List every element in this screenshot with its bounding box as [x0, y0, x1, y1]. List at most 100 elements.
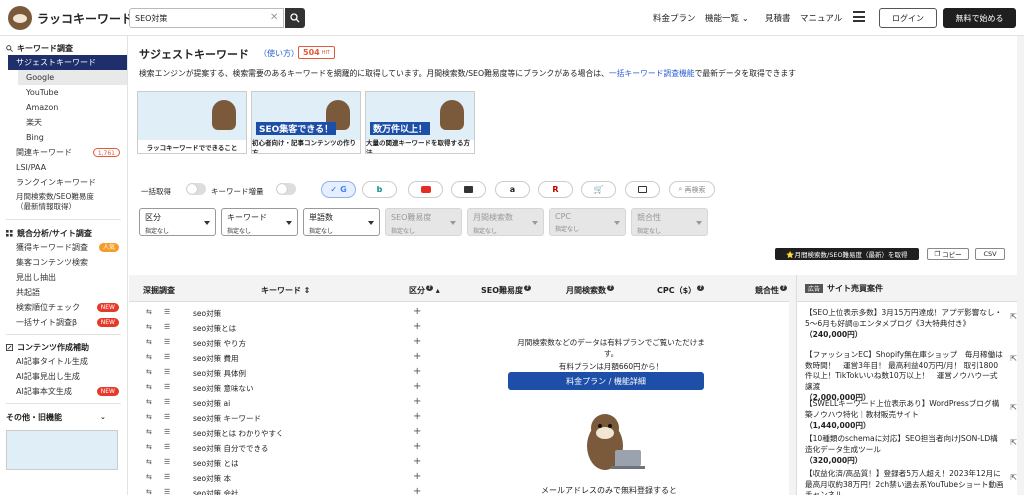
- deep-dive-icon[interactable]: ⇆: [146, 383, 152, 391]
- add-icon[interactable]: +: [413, 471, 421, 482]
- filter-kubun[interactable]: 区分 指定なし: [139, 208, 216, 236]
- help-icon[interactable]: ?: [697, 285, 705, 291]
- add-icon[interactable]: +: [413, 486, 421, 495]
- engine-shopping-button[interactable]: 🛒: [581, 181, 616, 198]
- deep-dive-icon[interactable]: ⇆: [146, 368, 152, 376]
- engine-bing-button[interactable]: b: [362, 181, 397, 198]
- add-icon[interactable]: +: [413, 336, 421, 347]
- list-icon[interactable]: ☰: [164, 428, 170, 436]
- filter-word-count[interactable]: 単語数 指定なし: [303, 208, 380, 236]
- research-button[interactable]: ⌕ 再検索: [669, 181, 715, 198]
- list-icon[interactable]: ☰: [164, 413, 170, 421]
- sidebar-item-rank[interactable]: 検索順位チェック NEW: [0, 300, 127, 315]
- logo[interactable]: ラッコキーワード: [8, 6, 133, 30]
- deep-dive-icon[interactable]: ⇆: [146, 323, 152, 331]
- keyword-cell[interactable]: seo対策 費用: [193, 353, 239, 364]
- add-icon[interactable]: +: [413, 426, 421, 437]
- sidebar-banner[interactable]: [6, 430, 118, 470]
- deep-dive-icon[interactable]: ⇆: [146, 443, 152, 451]
- deep-dive-icon[interactable]: ⇆: [146, 338, 152, 346]
- keyword-cell[interactable]: seo対策 自分でできる: [193, 443, 268, 454]
- deep-dive-icon[interactable]: ⇆: [146, 308, 152, 316]
- search-button[interactable]: [285, 8, 305, 28]
- sidebar-item-bing[interactable]: Bing: [0, 130, 127, 145]
- csv-button[interactable]: CSV: [975, 248, 1005, 260]
- sidebar-item-cooccur[interactable]: 共起語: [0, 285, 127, 300]
- menu-icon[interactable]: [853, 11, 865, 22]
- sidebar-item-rakuten[interactable]: 楽天: [0, 115, 127, 130]
- list-icon[interactable]: ☰: [164, 308, 170, 316]
- col-kubun[interactable]: 区分? ▴: [409, 285, 440, 296]
- add-icon[interactable]: +: [413, 396, 421, 407]
- list-icon[interactable]: ☰: [164, 368, 170, 376]
- keyword-cell[interactable]: seo対策 本: [193, 473, 231, 484]
- sidebar-item-amazon[interactable]: Amazon: [0, 100, 127, 115]
- list-icon[interactable]: ☰: [164, 398, 170, 406]
- add-icon[interactable]: +: [413, 306, 421, 317]
- engine-image-button[interactable]: [625, 181, 660, 198]
- pricing-detail-button[interactable]: 料金プラン / 機能詳細: [508, 372, 704, 390]
- signup-button[interactable]: 無料で始める: [943, 8, 1016, 28]
- sidebar-item-lsi[interactable]: LSI/PAA: [0, 160, 127, 175]
- add-icon[interactable]: +: [413, 381, 421, 392]
- add-icon[interactable]: +: [413, 351, 421, 362]
- deep-dive-icon[interactable]: ⇆: [146, 413, 152, 421]
- col-volume[interactable]: 月間検索数?: [566, 285, 614, 296]
- keyword-cell[interactable]: seo対策 会社: [193, 488, 239, 495]
- ad-item[interactable]: 【SEO上位表示多数】3月15万円達成！アプデ影響なし・5〜6月も好調◎エンタメ…: [805, 308, 1017, 341]
- list-icon[interactable]: ☰: [164, 338, 170, 346]
- engine-amazon-button[interactable]: a: [495, 181, 530, 198]
- filter-keyword[interactable]: キーワード 指定なし: [221, 208, 298, 236]
- usage-link[interactable]: （使い方）: [259, 48, 299, 59]
- col-seo[interactable]: SEO難易度?: [481, 285, 531, 296]
- engine-video-button[interactable]: [451, 181, 486, 198]
- add-icon[interactable]: +: [413, 441, 421, 452]
- sidebar-item-bulk[interactable]: 一括サイト調査β NEW: [0, 315, 127, 330]
- keyword-cell[interactable]: seo対策とは わかりやすく: [193, 428, 284, 439]
- sidebar-item-ai-title[interactable]: AI記事タイトル生成: [0, 354, 127, 369]
- help-icon[interactable]: ?: [426, 285, 433, 291]
- nav-features[interactable]: 機能一覧 ⌄: [705, 12, 749, 24]
- col-competition[interactable]: 競合性?: [755, 285, 787, 296]
- add-icon[interactable]: +: [413, 321, 421, 332]
- sidebar-item-related[interactable]: 関連キーワード 1,761: [0, 145, 127, 160]
- list-icon[interactable]: ☰: [164, 443, 170, 451]
- search-input[interactable]: [129, 8, 284, 28]
- ad-item[interactable]: 【収益化済/高品質！】登録者5万人超え！2023年12月に最高月収約38万円！2…: [805, 469, 1017, 495]
- add-icon[interactable]: +: [413, 366, 421, 377]
- nav-pricing[interactable]: 料金プラン: [653, 12, 696, 24]
- banner-1[interactable]: ラッコキーワードでできること: [137, 91, 247, 154]
- banner-2[interactable]: SEO集客できる！ 初心者向け・記事コンテンツの作り方: [251, 91, 361, 154]
- add-icon[interactable]: +: [413, 456, 421, 467]
- deep-dive-icon[interactable]: ⇆: [146, 458, 152, 466]
- bulk-keyword-link[interactable]: 一括キーワード調査機能: [609, 69, 695, 78]
- list-icon[interactable]: ☰: [164, 488, 170, 495]
- engine-youtube-button[interactable]: [408, 181, 443, 198]
- deep-dive-icon[interactable]: ⇆: [146, 428, 152, 436]
- deep-dive-icon[interactable]: ⇆: [146, 488, 152, 495]
- section-other[interactable]: その他・旧機能 ⌄: [0, 410, 127, 424]
- increase-toggle[interactable]: [276, 183, 296, 195]
- col-cpc[interactable]: CPC（$）?: [657, 285, 705, 296]
- keyword-cell[interactable]: seo対策 具体例: [193, 368, 246, 379]
- keyword-cell[interactable]: seo対策 キーワード: [193, 413, 261, 424]
- list-icon[interactable]: ☰: [164, 383, 170, 391]
- keyword-cell[interactable]: seo対策 やり方: [193, 338, 246, 349]
- deep-dive-icon[interactable]: ⇆: [146, 353, 152, 361]
- sidebar-item-content[interactable]: 集客コンテンツ検索: [0, 255, 127, 270]
- bulk-toggle[interactable]: [186, 183, 206, 195]
- help-icon[interactable]: ?: [524, 285, 531, 291]
- login-button[interactable]: ログイン: [879, 8, 937, 28]
- help-icon[interactable]: ?: [607, 285, 614, 291]
- copy-button[interactable]: ❐ コピー: [927, 248, 969, 260]
- engine-google-button[interactable]: ✓ G: [321, 181, 356, 198]
- list-icon[interactable]: ☰: [164, 473, 170, 481]
- keyword-cell[interactable]: seo対策 意味ない: [193, 383, 254, 394]
- sidebar-item-suggest[interactable]: サジェストキーワード: [8, 55, 127, 70]
- ad-item[interactable]: 【10種類のschemaに対応】SEO担当者向けJSON-LD構造化データ生成ツ…: [805, 434, 1017, 467]
- list-icon[interactable]: ☰: [164, 353, 170, 361]
- sidebar-item-google[interactable]: Google: [18, 70, 127, 85]
- get-latest-button[interactable]: ⭐月間検索数/SEO難易度（最新）を取得: [775, 248, 919, 260]
- clear-icon[interactable]: ✕: [270, 12, 278, 23]
- list-icon[interactable]: ☰: [164, 323, 170, 331]
